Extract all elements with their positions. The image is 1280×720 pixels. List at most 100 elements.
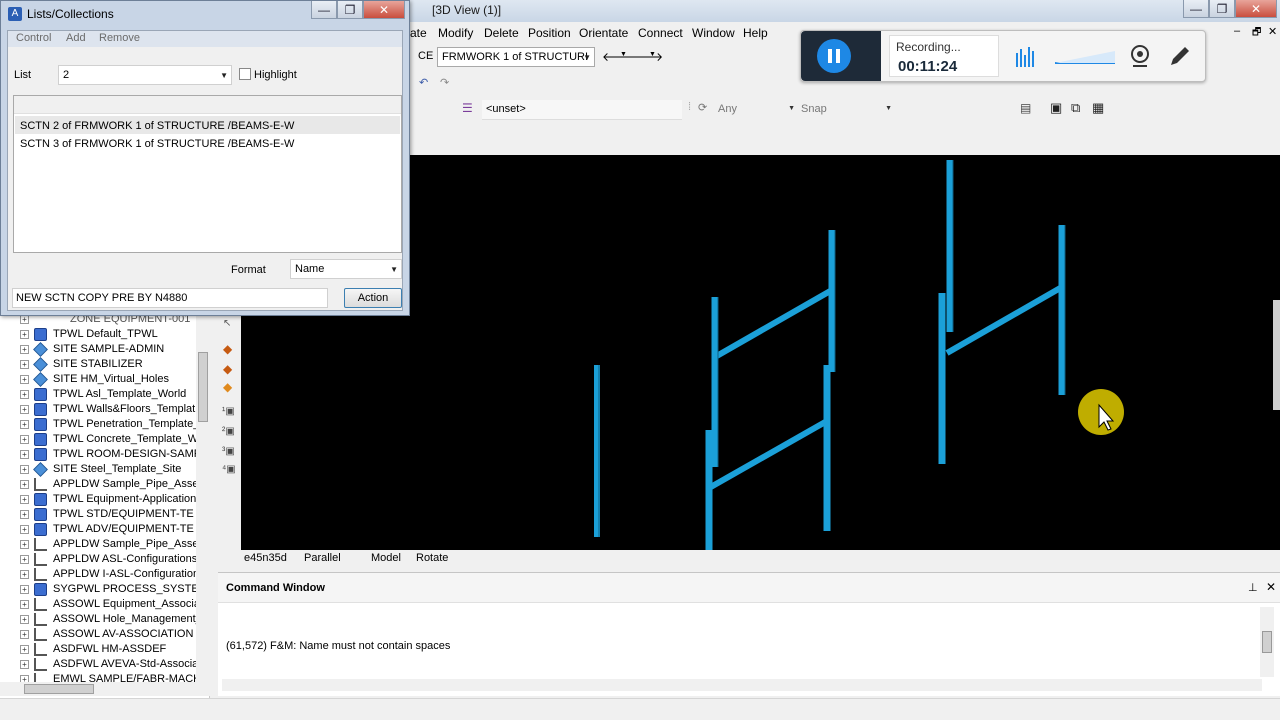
menu-orientate[interactable]: Orientate: [579, 26, 628, 40]
expand-icon[interactable]: +: [20, 630, 29, 639]
collection-listbox[interactable]: SCTN 2 of FRMWORK 1 of STRUCTURE /BEAMS-…: [13, 95, 402, 253]
expand-icon[interactable]: +: [20, 405, 29, 414]
menu-remove[interactable]: Remove: [99, 32, 140, 44]
tree-item[interactable]: + APPLDW Sample_Pipe_Asse: [0, 477, 200, 492]
any-select[interactable]: Any ▼: [715, 101, 797, 119]
pen-icon[interactable]: [1167, 43, 1193, 69]
expand-icon[interactable]: +: [20, 345, 29, 354]
forward-arrow-icon[interactable]: 🡒: [631, 49, 663, 64]
menu-position[interactable]: Position: [528, 26, 571, 40]
pointer-icon[interactable]: ↖: [223, 318, 231, 329]
view-projection[interactable]: Parallel: [304, 552, 341, 564]
dialog-close-button[interactable]: ✕: [363, 1, 405, 19]
expand-icon[interactable]: +: [20, 615, 29, 624]
camera-2-icon[interactable]: ²▣: [222, 426, 235, 437]
expand-icon[interactable]: +: [20, 420, 29, 429]
tree-item[interactable]: + APPLDW Sample_Pipe_Asse: [0, 537, 200, 552]
webcam-icon[interactable]: [1129, 43, 1153, 69]
menu-help[interactable]: Help: [743, 26, 768, 40]
dialog-minimize-button[interactable]: —: [311, 1, 337, 19]
pause-button[interactable]: [817, 39, 851, 73]
tree-item[interactable]: + ASSOWL Hole_Management_: [0, 612, 202, 627]
expand-icon[interactable]: +: [20, 660, 29, 669]
audio-level-icon[interactable]: [1015, 45, 1035, 67]
tree-item[interactable]: + TPWL ROOM-DESIGN-SAMP: [0, 447, 201, 462]
expand-icon[interactable]: +: [20, 645, 29, 654]
menu-create[interactable]: ate: [410, 26, 427, 40]
tree-item[interactable]: + TPWL Concrete_Template_W: [0, 432, 200, 447]
restore-button[interactable]: ❐: [1209, 0, 1235, 18]
expand-icon[interactable]: +: [20, 375, 29, 384]
expand-icon[interactable]: +: [20, 465, 29, 474]
expand-icon[interactable]: +: [20, 480, 29, 489]
tree-item[interactable]: + SITE Steel_Template_Site: [0, 462, 200, 477]
inner-restore-button[interactable]: 🗗: [1252, 25, 1261, 42]
volume-slider[interactable]: [1055, 45, 1119, 67]
expand-icon[interactable]: +: [20, 525, 29, 534]
expand-icon[interactable]: +: [20, 330, 29, 339]
list-item[interactable]: SCTN 2 of FRMWORK 1 of STRUCTURE /BEAMS-…: [20, 120, 294, 132]
menu-connect[interactable]: Connect: [638, 26, 683, 40]
tree-item[interactable]: + ASSOWL AV-ASSOCIATION: [0, 627, 200, 642]
settings-list-icon[interactable]: ▤: [1020, 101, 1031, 115]
copy-icon[interactable]: ⧉: [1071, 100, 1080, 116]
expand-icon[interactable]: +: [20, 555, 29, 564]
tree-scrollbar[interactable]: [196, 312, 210, 682]
tree-item[interactable]: + ASSOWL Equipment_Associa: [0, 597, 200, 612]
dialog-restore-button[interactable]: ❐: [337, 1, 363, 19]
tree-item[interactable]: + APPLDW ASL-Configurations-: [0, 552, 201, 567]
expand-icon[interactable]: +: [20, 510, 29, 519]
tree-item[interactable]: + SITE HM_Virtual_Holes: [0, 372, 200, 387]
camera-3-icon[interactable]: ³▣: [222, 446, 235, 457]
tree-item[interactable]: + SYGPWL PROCESS_SYSTE: [0, 582, 200, 597]
tree-item[interactable]: + SITE STABILIZER: [0, 357, 200, 372]
expand-icon[interactable]: +: [20, 450, 29, 459]
ce-icon[interactable]: ◆: [223, 362, 232, 376]
tree-item[interactable]: + TPWL Walls&Floors_Templat: [0, 402, 200, 417]
highlight-checkbox[interactable]: [239, 68, 251, 80]
menu-window[interactable]: Window: [692, 26, 735, 40]
tree-item[interactable]: + TPWL ADV/EQUIPMENT-TE: [0, 522, 200, 537]
list-select[interactable]: 2 ▼: [58, 65, 232, 85]
format-select[interactable]: Name ▼: [290, 259, 402, 279]
expand-icon[interactable]: +: [20, 495, 29, 504]
inner-close-button[interactable]: ✕: [1268, 25, 1277, 38]
list-item[interactable]: SCTN 3 of FRMWORK 1 of STRUCTURE /BEAMS-…: [20, 138, 294, 150]
camera-1-icon[interactable]: ¹▣: [222, 406, 235, 417]
tree-item[interactable]: + ASDFWL HM-ASSDEF: [0, 642, 200, 657]
tree-item[interactable]: + TPWL Default_TPWL: [0, 327, 200, 342]
tree-item[interactable]: + SITE SAMPLE-ADMIN: [0, 342, 200, 357]
view-action[interactable]: Rotate: [416, 552, 448, 564]
inner-minimize-button[interactable]: –: [1234, 25, 1240, 37]
ce-select[interactable]: FRMWORK 1 of STRUCTURI ▼: [437, 47, 595, 67]
window-icon[interactable]: ▣: [1050, 100, 1062, 116]
minimize-button[interactable]: —: [1183, 0, 1209, 18]
panel-icon[interactable]: ▦: [1092, 100, 1104, 116]
expand-icon[interactable]: +: [20, 360, 29, 369]
back-dropdown-icon[interactable]: ▼: [620, 51, 627, 58]
pin-icon[interactable]: ⊥: [1248, 581, 1258, 594]
expand-icon[interactable]: +: [20, 315, 29, 324]
menu-control[interactable]: Control: [16, 32, 51, 44]
back-arrow-icon[interactable]: 🡐: [602, 49, 634, 64]
expand-icon[interactable]: +: [20, 600, 29, 609]
element-icon[interactable]: ◆: [223, 342, 232, 356]
tree-item[interactable]: + ASDFWL AVEVA-Std-Associa: [0, 657, 200, 672]
unset-field[interactable]: <unset>: [482, 100, 682, 120]
command-input[interactable]: NEW SCTN COPY PRE BY N4880: [12, 288, 328, 308]
forward-dropdown-icon[interactable]: ▼: [649, 51, 656, 58]
close-button[interactable]: ✕: [1235, 0, 1277, 18]
menu-modify[interactable]: Modify: [438, 26, 473, 40]
menu-delete[interactable]: Delete: [484, 26, 519, 40]
menu-add[interactable]: Add: [66, 32, 86, 44]
tree-h-scrollbar[interactable]: [0, 682, 210, 696]
tree-item[interactable]: + TPWL STD/EQUIPMENT-TE: [0, 507, 200, 522]
walk-icon[interactable]: ◆: [223, 380, 232, 394]
expand-icon[interactable]: +: [20, 540, 29, 549]
camera-4-icon[interactable]: ⁴▣: [222, 464, 236, 475]
close-icon[interactable]: ✕: [1266, 580, 1276, 594]
tree-item[interactable]: + APPLDW I-ASL-Configuration: [0, 567, 200, 582]
view-mode[interactable]: Model: [371, 552, 401, 564]
tree-item[interactable]: + TPWL Equipment-Application-: [0, 492, 200, 507]
expand-icon[interactable]: +: [20, 570, 29, 579]
